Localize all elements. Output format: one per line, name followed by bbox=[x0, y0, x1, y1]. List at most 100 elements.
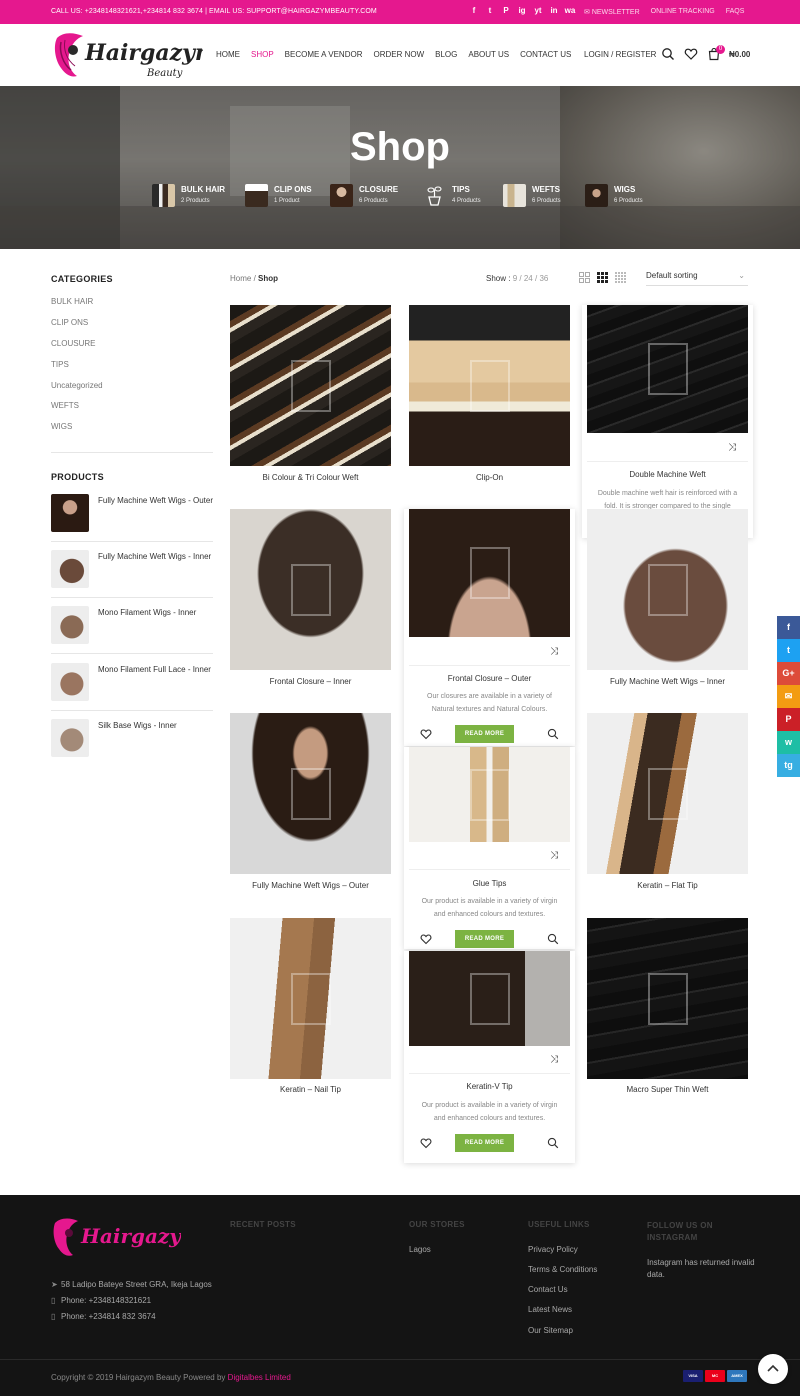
footer-link-privacy[interactable]: Privacy Policy bbox=[528, 1245, 578, 1254]
product-card-hover[interactable]: ⤨ Double Machine Weft Double machine wef… bbox=[582, 305, 753, 538]
product-name[interactable]: Keratin-V Tip bbox=[404, 1082, 575, 1091]
wishlist-heart-icon[interactable] bbox=[684, 47, 698, 61]
read-more-button[interactable]: READ MORE bbox=[455, 930, 514, 948]
pinterest-icon[interactable]: P bbox=[498, 6, 514, 15]
grid-3-icon[interactable] bbox=[597, 272, 608, 283]
footer-link-sitemap[interactable]: Our Sitemap bbox=[528, 1326, 573, 1335]
product-name[interactable]: Glue Tips bbox=[404, 879, 575, 888]
grid-2-icon[interactable] bbox=[579, 272, 590, 283]
wishlist-heart-icon[interactable] bbox=[420, 1137, 432, 1149]
search-icon[interactable] bbox=[661, 47, 675, 61]
whatsapp-icon[interactable]: wa bbox=[562, 6, 578, 15]
sidebar-product[interactable]: Mono Filament Wigs - Inner bbox=[51, 606, 213, 650]
product-image[interactable] bbox=[230, 509, 391, 670]
footer-logo[interactable]: Hairgazym bbox=[51, 1215, 181, 1263]
sidebar-category-uncategorized[interactable]: Uncategorized bbox=[51, 381, 103, 390]
product-name[interactable]: Frontal Closure – Outer bbox=[404, 674, 575, 683]
footer-link-contact[interactable]: Contact Us bbox=[528, 1285, 568, 1294]
sidebar-category-bulk-hair[interactable]: BULK HAIR bbox=[51, 297, 93, 306]
product-image[interactable] bbox=[587, 509, 748, 670]
footer-link-terms[interactable]: Terms & Conditions bbox=[528, 1265, 597, 1274]
product-image[interactable] bbox=[587, 918, 748, 1079]
compare-icon[interactable]: ⤨ bbox=[550, 646, 562, 658]
sidebar-product[interactable]: Mono Filament Full Lace - Inner bbox=[51, 663, 213, 707]
share-google-plus-icon[interactable]: G+ bbox=[777, 662, 800, 685]
share-facebook-icon[interactable]: f bbox=[777, 616, 800, 639]
share-twitter-icon[interactable]: t bbox=[777, 639, 800, 662]
compare-icon[interactable]: ⤨ bbox=[728, 442, 740, 454]
compare-icon[interactable]: ⤨ bbox=[550, 850, 562, 862]
sidebar-category-clousure[interactable]: CLOUSURE bbox=[51, 339, 95, 348]
product-name[interactable]: Keratin – Nail Tip bbox=[230, 1085, 391, 1094]
powered-by-link[interactable]: Digitalbes Limited bbox=[228, 1373, 291, 1382]
store-link-lagos[interactable]: Lagos bbox=[409, 1245, 431, 1254]
sidebar-product[interactable]: Fully Machine Weft Wigs - Outer bbox=[51, 494, 213, 538]
share-email-icon[interactable]: ✉ bbox=[777, 685, 800, 708]
share-whatsapp-icon[interactable]: w bbox=[777, 731, 800, 754]
product-name[interactable]: Fully Machine Weft Wigs – Inner bbox=[587, 677, 748, 686]
sidebar-product[interactable]: Silk Base Wigs - Inner bbox=[51, 719, 213, 763]
breadcrumb-home[interactable]: Home bbox=[230, 274, 251, 283]
sidebar-category-tips[interactable]: TIPS bbox=[51, 360, 69, 369]
product-name[interactable]: Double Machine Weft bbox=[582, 470, 753, 479]
nav-contact[interactable]: CONTACT US bbox=[520, 50, 571, 59]
product-image[interactable] bbox=[587, 305, 748, 433]
nav-become-vendor[interactable]: BECOME A VENDOR bbox=[285, 50, 363, 59]
sidebar-category-clip-ons[interactable]: CLIP ONS bbox=[51, 318, 88, 327]
product-name[interactable]: Bi Colour & Tri Colour Weft bbox=[230, 473, 391, 482]
nav-order-now[interactable]: ORDER NOW bbox=[373, 50, 424, 59]
show-24[interactable]: 24 bbox=[524, 274, 533, 283]
product-image[interactable] bbox=[409, 747, 570, 842]
sidebar-product-title[interactable]: Mono Filament Wigs - Inner bbox=[98, 607, 213, 618]
product-image[interactable] bbox=[230, 713, 391, 874]
product-image[interactable] bbox=[409, 305, 570, 466]
show-9[interactable]: 9 bbox=[513, 274, 517, 283]
sidebar-product-title[interactable]: Fully Machine Weft Wigs - Inner bbox=[98, 551, 213, 562]
footer-link-news[interactable]: Latest News bbox=[528, 1305, 572, 1314]
wishlist-heart-icon[interactable] bbox=[420, 728, 432, 740]
product-name[interactable]: Fully Machine Weft Wigs – Outer bbox=[230, 881, 391, 890]
sidebar-category-wefts[interactable]: WEFTS bbox=[51, 401, 79, 410]
nav-about[interactable]: ABOUT US bbox=[468, 50, 509, 59]
faqs-link[interactable]: FAQS bbox=[726, 8, 745, 16]
product-name[interactable]: Keratin – Flat Tip bbox=[587, 881, 748, 890]
product-name[interactable]: Macro Super Thin Weft bbox=[587, 1085, 748, 1094]
facebook-icon[interactable]: f bbox=[466, 6, 482, 15]
product-card-hover[interactable]: ⤨ Frontal Closure – Outer Our closures a… bbox=[404, 509, 575, 746]
instagram-icon[interactable]: ig bbox=[514, 6, 530, 15]
read-more-button[interactable]: READ MORE bbox=[455, 1134, 514, 1152]
product-image[interactable] bbox=[409, 509, 570, 637]
share-telegram-icon[interactable]: tg bbox=[777, 754, 800, 777]
quick-view-search-icon[interactable] bbox=[547, 1137, 559, 1149]
online-tracking-link[interactable]: ONLINE TRACKING bbox=[651, 8, 715, 16]
read-more-button[interactable]: READ MORE bbox=[455, 725, 514, 743]
product-image[interactable] bbox=[587, 713, 748, 874]
quick-view-search-icon[interactable] bbox=[547, 728, 559, 740]
product-card-hover[interactable]: ⤨ Keratin-V Tip Our product is available… bbox=[404, 951, 575, 1163]
login-register-link[interactable]: LOGIN / REGISTER bbox=[584, 50, 656, 59]
quick-view-search-icon[interactable] bbox=[547, 933, 559, 945]
show-36[interactable]: 36 bbox=[539, 274, 548, 283]
wishlist-heart-icon[interactable] bbox=[420, 933, 432, 945]
nav-shop[interactable]: SHOP bbox=[251, 50, 274, 59]
youtube-icon[interactable]: yt bbox=[530, 6, 546, 15]
scroll-to-top-button[interactable] bbox=[758, 1354, 788, 1384]
grid-4-icon[interactable] bbox=[615, 272, 626, 283]
sort-select[interactable]: Default sorting ⌄ bbox=[646, 271, 748, 286]
compare-icon[interactable]: ⤨ bbox=[550, 1054, 562, 1066]
share-pinterest-icon[interactable]: P bbox=[777, 708, 800, 731]
twitter-icon[interactable]: t bbox=[482, 6, 498, 15]
nav-blog[interactable]: BLOG bbox=[435, 50, 457, 59]
product-image[interactable] bbox=[230, 305, 391, 466]
product-name[interactable]: Clip-On bbox=[409, 473, 570, 482]
cart-total[interactable]: ₦0.00 bbox=[729, 50, 750, 59]
newsletter-link[interactable]: ✉ NEWSLETTER bbox=[584, 8, 640, 16]
sidebar-product-title[interactable]: Fully Machine Weft Wigs - Outer bbox=[98, 495, 213, 506]
site-logo[interactable]: Hairgazym Beauty bbox=[51, 30, 203, 82]
sidebar-product-title[interactable]: Mono Filament Full Lace - Inner bbox=[98, 664, 213, 675]
nav-home[interactable]: HOME bbox=[216, 50, 240, 59]
product-card-hover[interactable]: ⤨ Glue Tips Our product is available in … bbox=[404, 747, 575, 949]
sidebar-product-title[interactable]: Silk Base Wigs - Inner bbox=[98, 720, 213, 731]
linkedin-icon[interactable]: in bbox=[546, 6, 562, 15]
sidebar-product[interactable]: Fully Machine Weft Wigs - Inner bbox=[51, 550, 213, 594]
